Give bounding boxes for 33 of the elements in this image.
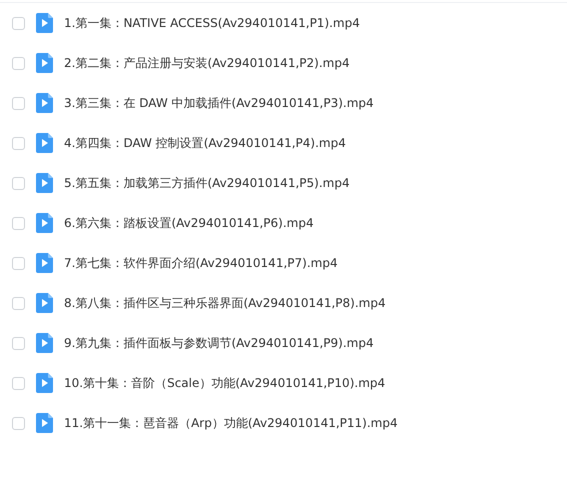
checkbox[interactable] xyxy=(12,56,25,70)
file-name[interactable]: 4.第四集：DAW 控制设置(Av294010141,P4).mp4 xyxy=(64,134,346,152)
video-file-icon xyxy=(36,253,53,273)
video-file-icon xyxy=(36,93,53,113)
video-file-icon xyxy=(36,373,53,393)
file-name[interactable]: 9.第九集：插件面板与参数调节(Av294010141,P9).mp4 xyxy=(64,334,374,352)
video-file-icon xyxy=(36,413,53,433)
video-file-icon xyxy=(36,53,53,73)
checkbox[interactable] xyxy=(12,296,25,310)
checkbox[interactable] xyxy=(12,96,25,110)
video-file-icon xyxy=(36,173,53,193)
checkbox[interactable] xyxy=(12,136,25,150)
file-name[interactable]: 1.第一集：NATIVE ACCESS(Av294010141,P1).mp4 xyxy=(64,14,360,32)
file-name[interactable]: 2.第二集：产品注册与安装(Av294010141,P2).mp4 xyxy=(64,54,350,72)
video-file-icon xyxy=(36,133,53,153)
video-file-icon xyxy=(36,293,53,313)
file-name[interactable]: 10.第十集：音阶（Scale）功能(Av294010141,P10).mp4 xyxy=(64,374,386,392)
file-name[interactable]: 8.第八集：插件区与三种乐器界面(Av294010141,P8).mp4 xyxy=(64,294,386,312)
checkbox[interactable] xyxy=(12,216,25,230)
video-file-icon xyxy=(36,333,53,353)
file-name[interactable]: 5.第五集：加载第三方插件(Av294010141,P5).mp4 xyxy=(64,174,350,192)
file-name[interactable]: 6.第六集：踏板设置(Av294010141,P6).mp4 xyxy=(64,214,314,232)
file-name[interactable]: 3.第三集：在 DAW 中加载插件(Av294010141,P3).mp4 xyxy=(64,94,374,112)
file-name[interactable]: 11.第十一集：琶音器（Arp）功能(Av294010141,P11).mp4 xyxy=(64,414,398,432)
video-file-icon xyxy=(36,13,53,33)
checkbox[interactable] xyxy=(12,336,25,350)
video-file-icon xyxy=(36,213,53,233)
checkbox[interactable] xyxy=(12,416,25,430)
checkbox[interactable] xyxy=(12,256,25,270)
file-name[interactable]: 7.第七集：软件界面介绍(Av294010141,P7).mp4 xyxy=(64,254,338,272)
checkbox[interactable] xyxy=(12,176,25,190)
checkbox[interactable] xyxy=(12,376,25,390)
checkbox[interactable] xyxy=(12,16,25,30)
